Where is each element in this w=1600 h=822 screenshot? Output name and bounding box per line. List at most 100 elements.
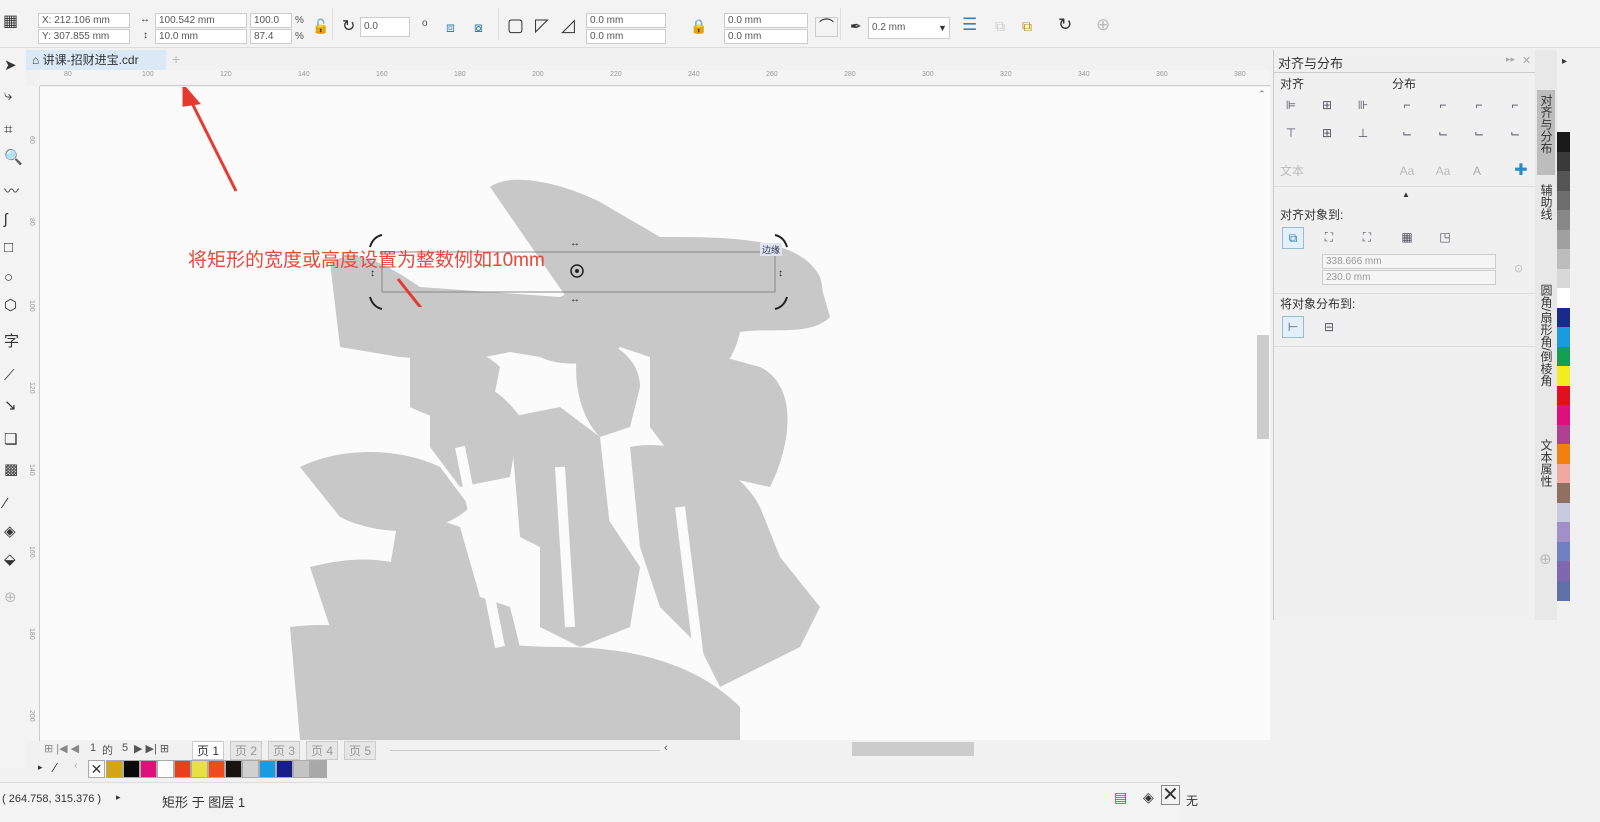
y-position-field[interactable]: Y: 307.855 mm [38, 29, 130, 44]
text-box-icon[interactable]: A [1468, 162, 1486, 178]
pick-tool-icon[interactable]: ➤ [4, 58, 17, 74]
text-tool-icon[interactable]: 字 [4, 334, 19, 350]
docker-tab[interactable]: 辅助线 [1537, 180, 1555, 270]
color-swatch[interactable] [1557, 444, 1570, 464]
no-color-swatch[interactable]: ✕ [88, 760, 105, 778]
to-front-icon[interactable]: ⧉ [995, 18, 1005, 34]
add-docker-icon[interactable]: ⊕ [1539, 550, 1552, 568]
align-page-center-icon[interactable]: ⛶ [1358, 228, 1376, 244]
align-top-icon[interactable]: ⊤ [1282, 124, 1300, 140]
color-swatch[interactable] [157, 760, 174, 778]
wrap-text-icon[interactable]: ☰ [962, 16, 977, 33]
page-first-controls[interactable]: ⊞ |◀ ◀ [44, 742, 79, 755]
fill-icon[interactable]: ▤ [1114, 789, 1127, 806]
color-swatch[interactable] [140, 760, 157, 778]
docker-tab[interactable]: 对齐与分布 [1537, 90, 1555, 175]
close-icon[interactable]: ✕ [1522, 54, 1531, 67]
scroll-left-icon[interactable]: ‹ [74, 760, 78, 772]
interactive-fill-icon[interactable]: ◈ [4, 524, 16, 540]
dimension-tool-icon[interactable]: ⟋ [4, 368, 15, 384]
corner-bottom-left-field[interactable]: 0.0 mm [586, 29, 666, 44]
polygon-tool-icon[interactable]: ⬡ [4, 298, 17, 314]
rotation-field[interactable]: 0.0 [360, 17, 410, 37]
object-origin-icon[interactable]: ▦ [3, 14, 18, 30]
color-swatch[interactable] [259, 760, 276, 778]
drop-shadow-icon[interactable]: ❏ [4, 432, 17, 448]
distribute-icon[interactable]: ⌙ [1506, 124, 1524, 140]
lock-ratio-icon[interactable]: 🔓 [312, 18, 329, 34]
align-active-objects-icon[interactable]: ⧉ [1282, 227, 1304, 249]
align-bottom-icon[interactable]: ⊥ [1354, 124, 1372, 140]
ellipse-tool-icon[interactable]: ○ [4, 270, 13, 286]
relative-corner-scaling-icon[interactable]: ⌒ [815, 17, 839, 37]
scale-width-field[interactable]: 100.0 [250, 13, 292, 28]
horizontal-scrollbar[interactable] [852, 742, 974, 756]
align-right-icon[interactable]: ⊪ [1354, 96, 1372, 112]
distribute-icon[interactable]: ⌐ [1398, 96, 1416, 112]
docker-tab[interactable]: 圆角/扇形角/倒棱角 [1537, 280, 1555, 425]
distribute-icon[interactable]: ⌙ [1434, 124, 1452, 140]
outline-fill-icon[interactable]: ◈ [1143, 789, 1154, 806]
vertical-scrollbar[interactable] [1257, 335, 1269, 439]
collapse-section-icon[interactable]: ▲ [1402, 190, 1410, 199]
chevron-down-icon[interactable]: ▼ [938, 20, 947, 36]
align-page-edge-icon[interactable]: ⛶ [1320, 228, 1338, 244]
palette-menu-icon[interactable]: ▸ [38, 762, 43, 773]
distribute-icon[interactable]: ⌐ [1506, 96, 1524, 112]
color-swatch[interactable] [123, 760, 140, 778]
corner-top-left-field[interactable]: 0.0 mm [586, 13, 666, 28]
text-baseline-2-icon[interactable]: Aa [1434, 162, 1452, 178]
reference-x-field[interactable]: 338.666 mm [1322, 254, 1496, 269]
x-position-field[interactable]: X: 212.106 mm [38, 13, 130, 28]
docker-tab[interactable]: 文本属性 [1537, 435, 1555, 520]
color-swatch[interactable] [1557, 151, 1570, 172]
round-corner-icon[interactable]: ▢ [507, 16, 524, 34]
color-swatch[interactable] [276, 760, 293, 778]
artistic-media-icon[interactable]: ʃ [4, 212, 7, 228]
align-grid-icon[interactable]: ▦ [1398, 228, 1416, 244]
rectangle-tool-icon[interactable]: □ [4, 240, 13, 256]
color-swatch[interactable] [1557, 541, 1570, 562]
color-swatch[interactable] [1557, 561, 1570, 581]
mirror-horizontal-icon[interactable]: ⧈ [446, 19, 455, 35]
distribute-icon[interactable]: ⌐ [1434, 96, 1452, 112]
color-swatch[interactable] [1557, 327, 1570, 347]
scalloped-corner-icon[interactable]: ◸ [535, 16, 549, 34]
color-swatch[interactable] [1557, 424, 1570, 445]
eyedropper-icon[interactable]: ⁄ [54, 760, 56, 775]
corner-bottom-right-field[interactable]: 0.0 mm [724, 29, 808, 44]
to-back-icon[interactable]: ⧉ [1022, 18, 1032, 34]
color-swatch[interactable] [1557, 249, 1570, 269]
color-swatch[interactable] [225, 760, 242, 778]
color-swatch[interactable] [1557, 366, 1570, 386]
scale-height-field[interactable]: 87.4 [250, 29, 292, 44]
distribute-icon[interactable]: ⌙ [1470, 124, 1488, 140]
status-menu-icon[interactable]: ▸ [116, 792, 121, 803]
add-icon[interactable]: ⊕ [1096, 16, 1110, 33]
collapse-icon[interactable]: ▸▸ [1506, 54, 1515, 65]
freehand-tool-icon[interactable]: 〰 [4, 184, 19, 200]
new-tab-icon[interactable]: + [172, 51, 180, 67]
distribute-icon[interactable]: ⌙ [1398, 124, 1416, 140]
drawing-canvas[interactable]: ↔ ↔ ↕ ↕ 边缘 将矩形的宽度或高度设置为整数例如10mm ⌃ [40, 87, 1270, 740]
align-left-icon[interactable]: ⊫ [1282, 96, 1300, 112]
distribute-page-icon[interactable]: ⊟ [1320, 318, 1338, 334]
text-baseline-icon[interactable]: Aa [1398, 162, 1416, 178]
corner-top-right-field[interactable]: 0.0 mm [724, 13, 808, 28]
color-swatch[interactable] [1557, 522, 1570, 542]
zoom-tool-icon[interactable]: 🔍 [4, 150, 23, 166]
add-tool-icon[interactable]: ⊕ [4, 590, 17, 606]
color-swatch[interactable] [1557, 132, 1570, 152]
color-swatch[interactable] [1557, 580, 1570, 601]
color-swatch[interactable] [1557, 307, 1570, 328]
transparency-icon[interactable]: ▩ [4, 462, 18, 478]
color-swatch[interactable] [106, 760, 123, 778]
scroll-up-icon[interactable]: ⌃ [1258, 89, 1266, 100]
connector-tool-icon[interactable]: ↘ [4, 398, 17, 414]
align-center-h-icon[interactable]: ⊞ [1318, 96, 1336, 112]
color-swatch[interactable] [191, 760, 208, 778]
color-swatch[interactable] [1557, 210, 1570, 230]
scroll-left-icon[interactable]: ‹ [664, 742, 668, 754]
color-swatch[interactable] [174, 760, 191, 778]
color-swatch[interactable] [1557, 190, 1570, 211]
